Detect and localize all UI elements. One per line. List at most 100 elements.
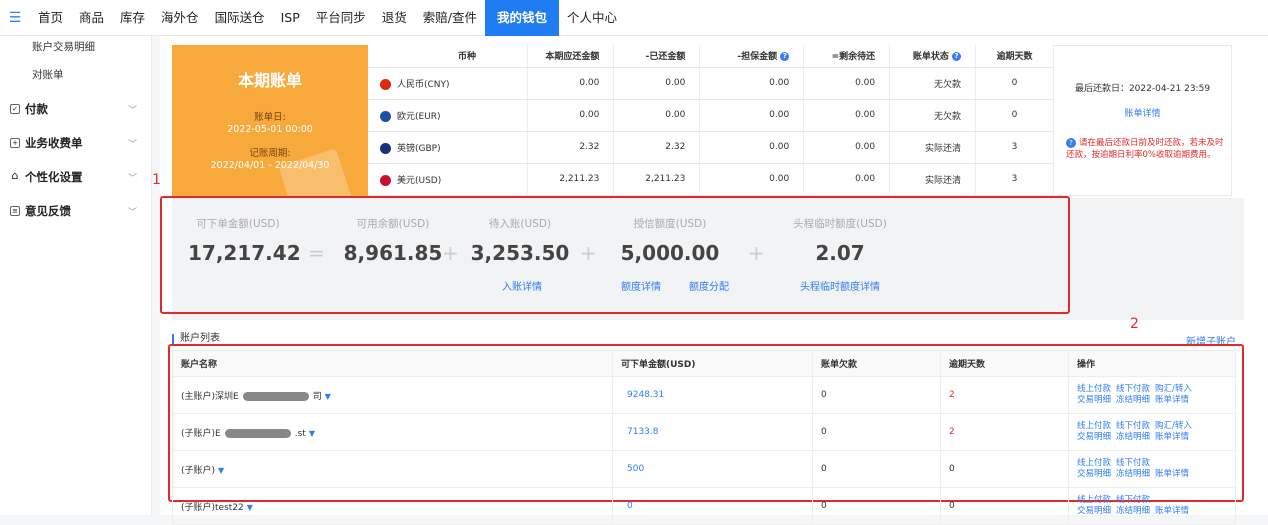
remaining-amount: 0.00 [803,163,891,197]
overdue-days: 2 [940,413,1069,451]
question-icon: ? [1066,138,1076,148]
currency-row: 英镑(GBP) 2.32 2.32 0.00 0.00 实际还清 3 [368,131,1054,164]
action-link[interactable]: 线下付款 [1116,421,1150,431]
caret-down-icon[interactable]: ▼ [218,466,224,475]
col-orderable-amount: 可下单金额(USD) [612,350,813,377]
nav-item[interactable]: 库存 [112,0,153,36]
currency-row: 欧元(EUR) 0.00 0.00 0.00 0.00 无欠款 0 [368,99,1054,132]
bill-debt: 0 [812,413,941,451]
caret-down-icon[interactable]: ▼ [325,392,331,401]
action-link[interactable]: 线下付款 [1116,495,1150,505]
paid-amount: 2.32 [613,131,701,164]
bill-status: 无欠款 [889,67,977,100]
action-link[interactable]: 线上付款 [1077,495,1111,505]
list-icon: + [10,138,20,148]
action-link[interactable]: 线下付款 [1116,458,1150,468]
account-name: (子账户)E [181,428,221,439]
action-link[interactable]: 线上付款 [1077,458,1111,468]
currency-row: 美元(USD) 2,211.23 2,211.23 0.00 0.00 实际还清 3 [368,163,1054,197]
caret-down-icon[interactable]: ▼ [309,429,315,438]
nav-item[interactable]: 个人中心 [559,0,625,36]
sidebar-item-payment[interactable]: ✓ 付款 ﹀ [0,92,151,126]
action-link[interactable]: 冻结明细 [1116,395,1150,405]
actions-cell: 线上付款 线下付款 购汇/转入交易明细 冻结明细 账单详情 [1068,413,1236,451]
account-name-suffix: 司 [312,391,322,402]
action-link[interactable]: 冻结明细 [1116,432,1150,442]
action-link[interactable]: 线上付款 [1077,421,1111,431]
action-link[interactable]: 冻结明细 [1116,469,1150,479]
bill-debt: 0 [812,487,941,525]
sidebar-item-label: 业务收费单 [25,136,83,150]
overdue-warning: ? 请在最后还款日前及时还款，若未及时还款，按逾期日利率0%收取逾期费用。 [1054,137,1231,161]
nav-item[interactable]: 我的钱包 [485,0,560,36]
help-icon[interactable]: ? [952,52,962,62]
action-link[interactable]: 账单详情 [1155,432,1189,442]
table-row: (子账户)test22 ▼ 0 0 0 线上付款 线下付款 交易明细 冻结明细 账单详情 [172,487,1236,525]
warning-text: 请在最后还款日前及时还款，若未及时还款，按逾期日利率0%收取逾期费用。 [1066,138,1224,160]
credit-detail-link[interactable]: 额度详情 [621,278,661,293]
overdue-days: 3 [975,163,1054,197]
sidebar-subitem-statement[interactable]: 对账单 [0,64,151,92]
bill-debt: 0 [812,450,941,488]
actions-cell: 线上付款 线下付款 交易明细 冻结明细 账单详情 [1068,450,1236,488]
paid-amount: 2,211.23 [613,163,701,197]
temp-credit-detail-link[interactable]: 头程临时额度详情 [800,278,880,293]
available-label: 可用余额(USD) [356,218,430,230]
action-link[interactable]: 购汇/转入 [1155,384,1192,394]
action-link[interactable]: 线上付款 [1077,384,1111,394]
currency-name: 人民币(CNY) [397,79,450,90]
col-overdue: 逾期天数 [975,45,1054,68]
available-balance: 可用余额(USD) 8,961.85 [338,216,448,265]
action-link[interactable]: 交易明细 [1077,395,1111,405]
pending-label: 待入账(USD) [488,218,552,230]
action-link[interactable]: 账单详情 [1155,395,1189,405]
remaining-amount: 0.00 [803,99,891,132]
flag-icon [380,110,391,122]
pending-detail-link[interactable]: 入账详情 [502,278,542,293]
overdue-days: 3 [975,131,1054,164]
action-link[interactable]: 账单详情 [1155,469,1189,479]
chevron-down-icon: ﹀ [127,139,137,150]
equals-sign: = [308,241,325,265]
overdue-days: 0 [975,99,1054,132]
menu-toggle-icon[interactable]: ☰ [0,10,30,26]
orderable-amount[interactable]: 7133.8 [612,413,813,451]
pending-value: 3,253.50 [470,241,570,265]
sidebar-item-feedback[interactable]: ≡ 意见反馈 ﹀ [0,194,151,228]
sidebar-item-fees[interactable]: + 业务收费单 ﹀ [0,126,151,160]
account-name-cell: (子账户)E .st ▼ [172,413,613,451]
nav-item[interactable]: 商品 [71,0,112,36]
bill-detail-link[interactable]: 账单详情 [1054,106,1231,119]
help-icon[interactable]: ? [780,52,790,62]
currency-name: 美元(USD) [397,175,442,186]
orderable-amount[interactable]: 0 [612,487,813,525]
flag-icon [380,142,391,154]
sidebar-item-personalize[interactable]: ⌂ 个性化设置 ﹀ [0,160,151,194]
sidebar-subitem-transactions[interactable]: 账户交易明细 [0,36,151,64]
orderable-amount[interactable]: 9248.31 [612,376,813,414]
nav-item[interactable]: 退货 [374,0,415,36]
remaining-amount: 0.00 [803,67,891,100]
nav-item[interactable]: 国际送仓 [207,0,273,36]
action-link[interactable]: 交易明细 [1077,469,1111,479]
currency-cell: 人民币(CNY) [368,67,529,100]
remaining-amount: 0.00 [803,131,891,164]
nav-item[interactable]: 平台同步 [308,0,374,36]
nav-item[interactable]: 首页 [30,0,71,36]
caret-down-icon[interactable]: ▼ [247,503,253,512]
nav-item[interactable]: ISP [273,0,308,36]
nav-item[interactable]: 海外仓 [153,0,207,36]
plus-sign: + [442,241,459,265]
action-link[interactable]: 交易明细 [1077,432,1111,442]
orderable-amount[interactable]: 500 [612,450,813,488]
action-link[interactable]: 购汇/转入 [1155,421,1192,431]
action-link[interactable]: 线下付款 [1116,384,1150,394]
overdue-days: 0 [975,67,1054,100]
annotation-marker-2: 2 [1130,316,1139,332]
credit-allocation-link[interactable]: 额度分配 [689,278,729,293]
guarantee-amount: 0.00 [699,131,805,164]
nav-item[interactable]: 索赔/查件 [415,0,485,36]
chevron-down-icon: ﹀ [127,173,137,184]
flag-icon [380,78,391,90]
current-bill-card: 本期账单 账单日: 2022-05-01 00:00 记账周期: 2022/04… [172,45,368,196]
